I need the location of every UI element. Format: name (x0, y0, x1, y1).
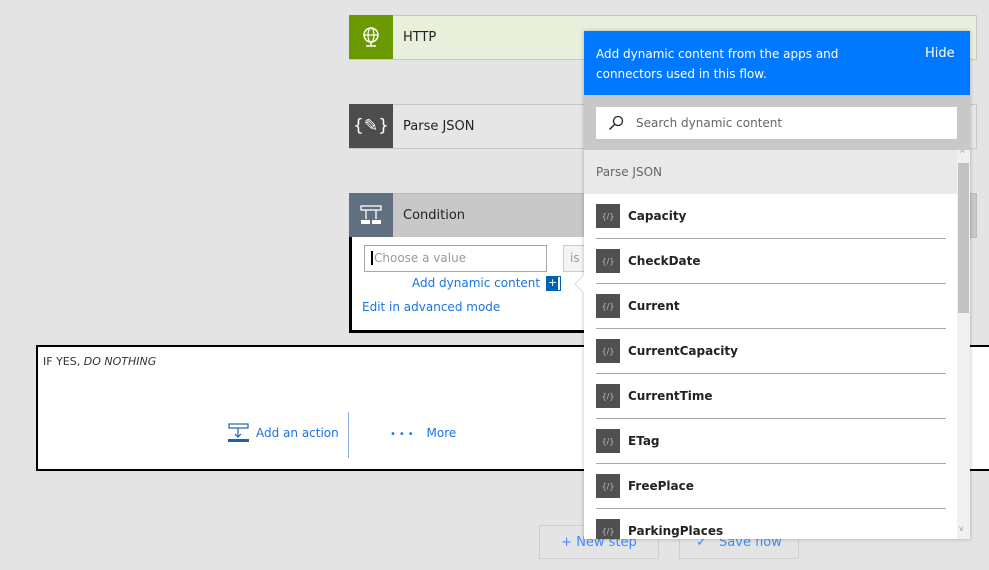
condition-body: Choose a value is e Add dynamic content … (349, 237, 603, 333)
dynamic-content-item[interactable]: {/} Capacity (596, 194, 946, 239)
divider (348, 412, 349, 458)
token-icon: {/} (596, 204, 620, 228)
token-icon: {/} (596, 294, 620, 318)
more-button[interactable]: ••• More (390, 426, 456, 440)
condition-icon (349, 193, 393, 237)
dynamic-content-item[interactable]: {/} Current (596, 284, 946, 329)
scroll-thumb[interactable] (958, 163, 969, 313)
step-title: Condition (403, 208, 466, 223)
token-icon: {/} (596, 519, 620, 539)
edit-advanced-mode-link[interactable]: Edit in advanced mode (362, 300, 500, 314)
scroll-down-icon[interactable]: v (959, 524, 964, 533)
add-action-icon (228, 423, 249, 442)
dynamic-content-item[interactable]: {/} CurrentTime (596, 374, 946, 419)
dynamic-content-item[interactable]: {/} CurrentCapacity (596, 329, 946, 374)
dynamic-content-item[interactable]: {/} ParkingPlaces (596, 509, 946, 539)
token-icon: {/} (596, 249, 620, 273)
hide-button[interactable]: Hide (925, 46, 955, 61)
step-title: Parse JSON (403, 119, 475, 134)
token-icon: {/} (596, 339, 620, 363)
globe-icon (349, 15, 393, 59)
dynamic-content-item[interactable]: {/} CheckDate (596, 239, 946, 284)
token-icon: {/} (596, 429, 620, 453)
dynamic-content-panel: Add dynamic content from the apps and co… (584, 31, 970, 539)
branch-label: IF YES, DO NOTHING (43, 355, 157, 368)
token-icon: {/} (596, 384, 620, 408)
add-action-button[interactable]: Add an action (228, 423, 339, 443)
add-dynamic-content-link[interactable]: Add dynamic content + (412, 275, 562, 291)
panel-description: Add dynamic content from the apps and co… (596, 47, 839, 81)
token-icon: {/} (596, 474, 620, 498)
dynamic-content-item[interactable]: {/} ETag (596, 419, 946, 464)
group-header: Parse JSON (584, 150, 957, 194)
braces-icon: {✎} (349, 104, 393, 148)
search-icon (609, 115, 624, 130)
dynamic-content-item[interactable]: {/} FreePlace (596, 464, 946, 509)
step-title: HTTP (403, 30, 437, 45)
plus-icon: + (546, 275, 562, 291)
scrollbar[interactable]: ^ v (957, 149, 970, 539)
scroll-up-icon[interactable]: ^ (959, 149, 966, 158)
panel-header: Add dynamic content from the apps and co… (584, 31, 970, 95)
search-input[interactable]: Search dynamic content (596, 107, 957, 139)
search-area: Search dynamic content (584, 95, 970, 150)
choose-value-input[interactable]: Choose a value (364, 245, 547, 272)
ellipsis-icon: ••• (390, 429, 417, 440)
